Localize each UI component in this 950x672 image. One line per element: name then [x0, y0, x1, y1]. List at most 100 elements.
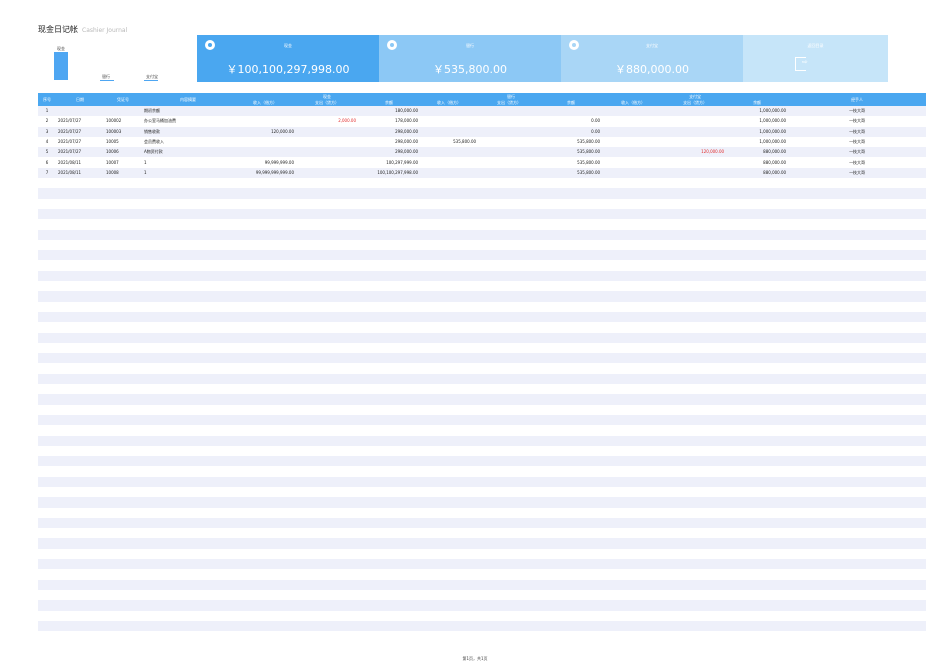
table-cell[interactable]: [38, 178, 56, 188]
alipay-card[interactable]: 支付宝 ￥880,000.00: [561, 35, 743, 82]
table-cell[interactable]: [104, 229, 142, 240]
table-cell[interactable]: [104, 106, 142, 117]
table-cell[interactable]: [726, 188, 789, 199]
table-cell[interactable]: [478, 302, 540, 312]
table-cell[interactable]: [420, 178, 478, 188]
table-cell[interactable]: [104, 363, 142, 373]
table-cell[interactable]: [56, 106, 104, 117]
table-cell[interactable]: [296, 508, 358, 518]
table-cell[interactable]: [602, 311, 665, 323]
table-cell[interactable]: [420, 291, 479, 302]
table-cell[interactable]: [420, 106, 479, 117]
table-cell[interactable]: [726, 373, 789, 385]
table-cell[interactable]: [602, 497, 665, 508]
table-cell[interactable]: [420, 590, 478, 600]
table-cell[interactable]: [540, 199, 602, 209]
table-cell[interactable]: [358, 302, 420, 312]
table-row[interactable]: 2 2021/07/27 100002 办公室马桶加油费 2,000.00 178,000…: [38, 116, 926, 126]
table-cell[interactable]: [56, 446, 104, 456]
table-cell[interactable]: [142, 466, 234, 476]
table-cell[interactable]: [540, 487, 602, 497]
table-cell[interactable]: [358, 363, 420, 373]
table-cell[interactable]: [726, 405, 788, 415]
table-cell[interactable]: [540, 508, 602, 518]
table-cell[interactable]: [478, 487, 540, 497]
table-row[interactable]: [38, 405, 926, 415]
table-cell[interactable]: [38, 508, 56, 518]
table-cell[interactable]: [234, 291, 296, 302]
table-cell[interactable]: [142, 435, 234, 446]
table-cell[interactable]: [296, 384, 358, 394]
table-row[interactable]: [38, 435, 927, 446]
table-cell[interactable]: [664, 559, 727, 570]
table-cell[interactable]: [726, 528, 788, 538]
table-cell[interactable]: 298,000.00: [358, 147, 421, 158]
table-cell[interactable]: [296, 291, 358, 302]
table-cell[interactable]: [142, 373, 234, 385]
table-cell[interactable]: [56, 199, 104, 209]
table-row[interactable]: [38, 178, 926, 188]
table-cell[interactable]: [726, 240, 788, 250]
table-cell[interactable]: [420, 147, 479, 158]
table-cell[interactable]: [478, 137, 540, 147]
table-cell[interactable]: [478, 528, 540, 538]
table-cell[interactable]: [726, 497, 789, 508]
table-cell[interactable]: [478, 456, 541, 467]
table-cell[interactable]: 一枝大哥: [788, 106, 927, 117]
table-cell[interactable]: [726, 281, 788, 291]
table-cell[interactable]: [664, 106, 727, 117]
table-cell[interactable]: [602, 487, 664, 497]
table-cell[interactable]: [142, 476, 234, 487]
table-cell[interactable]: [358, 332, 421, 343]
table-cell[interactable]: [56, 590, 104, 600]
table-cell[interactable]: [788, 528, 926, 538]
table-cell[interactable]: [602, 219, 664, 229]
table-cell[interactable]: [788, 405, 926, 415]
table-row[interactable]: [38, 456, 927, 467]
table-cell[interactable]: [664, 569, 726, 579]
table-cell[interactable]: [296, 353, 358, 364]
table-cell[interactable]: [142, 497, 234, 508]
table-cell[interactable]: [38, 394, 56, 405]
table-cell[interactable]: [234, 240, 296, 250]
table-row[interactable]: [38, 559, 927, 570]
table-cell[interactable]: [234, 322, 296, 332]
table-cell[interactable]: [788, 497, 927, 508]
table-cell[interactable]: [296, 600, 358, 611]
table-cell[interactable]: [142, 456, 234, 467]
table-cell[interactable]: [602, 240, 664, 250]
table-cell[interactable]: 10006: [104, 147, 142, 158]
table-cell[interactable]: [478, 260, 540, 270]
table-cell[interactable]: [788, 363, 926, 373]
table-cell[interactable]: [726, 466, 788, 476]
table-cell[interactable]: [38, 528, 56, 538]
table-cell[interactable]: [420, 270, 479, 282]
table-cell[interactable]: [296, 363, 358, 373]
table-cell[interactable]: [602, 126, 665, 137]
table-cell[interactable]: [664, 229, 727, 240]
table-cell[interactable]: [38, 291, 56, 302]
table-cell[interactable]: [296, 538, 358, 549]
table-cell[interactable]: [540, 405, 602, 415]
table-cell[interactable]: 7: [38, 167, 56, 179]
table-cell[interactable]: [234, 559, 296, 570]
table-cell[interactable]: [296, 147, 358, 158]
table-cell[interactable]: 期初余额: [142, 106, 234, 117]
table-cell[interactable]: [602, 579, 665, 590]
table-cell[interactable]: [726, 332, 789, 343]
table-cell[interactable]: [420, 549, 478, 559]
table-cell[interactable]: [234, 178, 296, 188]
table-cell[interactable]: [38, 373, 56, 385]
table-cell[interactable]: [664, 476, 727, 487]
table-cell[interactable]: [602, 343, 664, 353]
table-cell[interactable]: [602, 508, 664, 518]
table-cell[interactable]: [38, 425, 56, 435]
table-cell[interactable]: [104, 517, 142, 529]
table-cell[interactable]: [602, 291, 665, 302]
table-row[interactable]: [38, 425, 926, 435]
table-row[interactable]: [38, 250, 927, 261]
table-cell[interactable]: [788, 199, 926, 209]
table-cell[interactable]: [420, 126, 479, 137]
table-cell[interactable]: [602, 208, 665, 220]
table-cell[interactable]: 会员费收入: [142, 137, 234, 147]
